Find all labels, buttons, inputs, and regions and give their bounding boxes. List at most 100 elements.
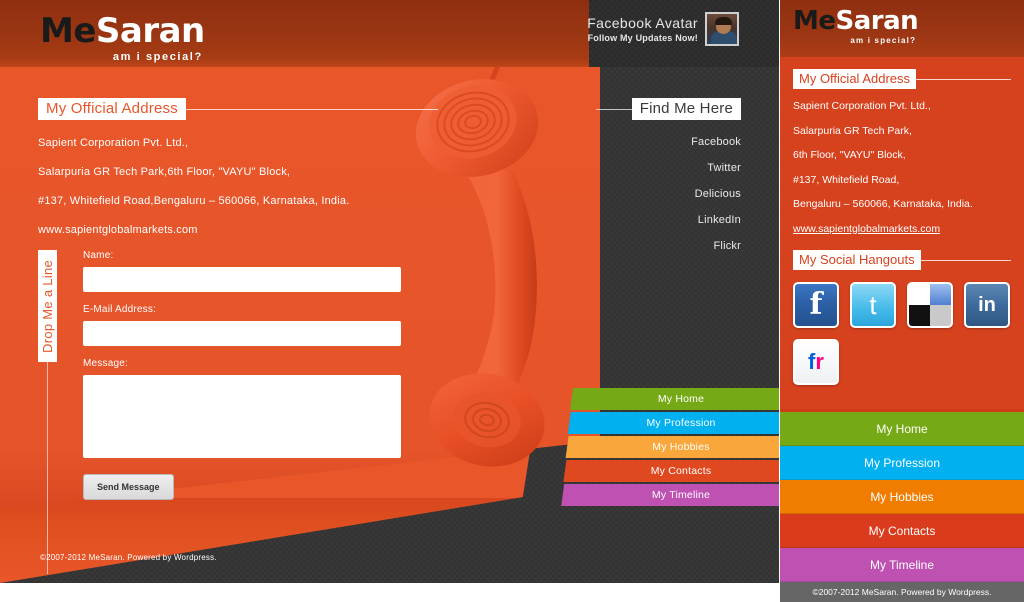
mobile-address-lines: Sapient Corporation Pvt. Ltd., Salarpuri…: [793, 101, 1011, 234]
mobile-address-line: Salarpuria GR Tech Park,: [793, 124, 912, 137]
find-link-twitter[interactable]: Twitter: [596, 162, 741, 174]
find-me-here-heading-label: Find Me Here: [631, 98, 741, 120]
mobile-address-website[interactable]: www.sapientglobalmarkets.com: [793, 223, 940, 235]
footer-copyright: ©2007-2012 MeSaran. Powered by Wordpress…: [40, 553, 217, 562]
official-address-heading: My Official Address: [38, 98, 438, 120]
mobile-social-heading-label: My Social Hangouts: [793, 250, 921, 270]
social-icons-row: f t in fr: [793, 282, 1011, 385]
mobile-site-logo[interactable]: MeSaran am i special?: [793, 6, 919, 45]
linkedin-icon[interactable]: in: [964, 282, 1010, 328]
find-link-delicious[interactable]: Delicious: [596, 188, 741, 200]
email-label: E-Mail Address:: [83, 304, 157, 315]
drop-me-a-line-tab: Drop Me a Line: [38, 250, 57, 362]
facebook-icon[interactable]: f: [793, 282, 839, 328]
mobile-navigation: My Home My Profession My Hobbies My Cont…: [780, 412, 1024, 582]
mobile-logo-wordmark: MeSaran: [793, 6, 919, 36]
flickr-icon[interactable]: fr: [793, 339, 839, 385]
delicious-quadrant-top-left: [909, 284, 930, 305]
mobile-nav-item-my-contacts[interactable]: My Contacts: [780, 514, 1024, 548]
find-me-here-list: Facebook Twitter Delicious LinkedIn Flic…: [596, 136, 741, 252]
drop-me-a-line-tab-column: Drop Me a Line: [38, 250, 57, 574]
mobile-logo-saran: Saran: [835, 6, 919, 36]
facebook-avatar-subtitle: Follow My Updates Now!: [587, 33, 698, 43]
find-link-flickr[interactable]: Flickr: [596, 240, 741, 252]
nav-item-my-contacts[interactable]: My Contacts: [563, 460, 779, 482]
send-message-button[interactable]: Send Message: [83, 474, 174, 500]
nav-item-my-profession[interactable]: My Profession: [567, 412, 779, 434]
address-line: Salarpuria GR Tech Park,6th Floor, "VAYU…: [38, 166, 291, 178]
mobile-address-line: Sapient Corporation Pvt. Ltd.,: [793, 100, 931, 112]
mobile-footer-copyright: ©2007-2012 MeSaran. Powered by Wordpress…: [780, 582, 1024, 602]
nav-item-my-home[interactable]: My Home: [570, 388, 779, 410]
mobile-official-address-heading: My Official Address: [793, 69, 1011, 89]
nav-item-angled-edge: [561, 484, 585, 506]
mobile-nav-item-label: My Profession: [863, 455, 941, 470]
official-address-heading-label: My Official Address: [38, 98, 186, 120]
desktop-layout: MeSaran am i special? Facebook Avatar Fo…: [0, 0, 779, 583]
address-line: Sapient Corporation Pvt. Ltd.,: [38, 137, 189, 149]
nav-item-label: My Home: [657, 393, 705, 405]
logo-tagline: am i special?: [112, 51, 203, 63]
mobile-nav-item-my-timeline[interactable]: My Timeline: [780, 548, 1024, 582]
site-logo[interactable]: MeSaran am i special?: [40, 14, 205, 63]
mobile-social-heading: My Social Hangouts: [793, 250, 1011, 270]
name-label: Name:: [83, 250, 114, 261]
mobile-nav-item-my-profession[interactable]: My Profession: [780, 446, 1024, 480]
delicious-icon[interactable]: [907, 282, 953, 328]
nav-item-my-timeline[interactable]: My Timeline: [561, 484, 779, 506]
mobile-address-line: 6th Floor, "VAYU" Block,: [793, 149, 906, 161]
logo-saran: Saran: [95, 11, 205, 51]
heading-rule: [916, 78, 1011, 80]
mobile-nav-item-label: My Contacts: [868, 523, 936, 538]
flickr-glyph-r: r: [815, 349, 824, 374]
mobile-header: MeSaran am i special?: [780, 0, 1024, 57]
official-address-lines: Sapient Corporation Pvt. Ltd., Salarpuri…: [38, 138, 438, 236]
heading-rule: [596, 108, 632, 110]
nav-item-label: My Timeline: [651, 489, 711, 501]
name-input[interactable]: [83, 267, 401, 292]
email-input[interactable]: [83, 321, 401, 346]
find-link-linkedin[interactable]: LinkedIn: [596, 214, 741, 226]
find-link-facebook[interactable]: Facebook: [596, 136, 741, 148]
site-header: MeSaran am i special? Facebook Avatar Fo…: [0, 0, 779, 67]
message-textarea[interactable]: [83, 375, 401, 458]
nav-item-my-hobbies[interactable]: My Hobbies: [565, 436, 779, 458]
delicious-quadrant-bottom-left: [909, 305, 930, 326]
mobile-nav-item-label: My Timeline: [869, 557, 934, 572]
logo-me: Me: [40, 11, 96, 51]
heading-rule: [185, 108, 438, 110]
flickr-glyph: fr: [795, 341, 837, 383]
message-label: Message:: [83, 358, 128, 369]
facebook-avatar-title: Facebook Avatar: [587, 15, 698, 31]
nav-item-label: My Hobbies: [652, 441, 710, 453]
facebook-avatar-block[interactable]: Facebook Avatar Follow My Updates Now!: [587, 12, 739, 46]
mobile-nav-item-label: My Hobbies: [870, 489, 934, 504]
mobile-layout: MeSaran am i special? My Official Addres…: [780, 0, 1024, 602]
heading-rule: [920, 259, 1011, 261]
mobile-official-address-heading-label: My Official Address: [793, 69, 917, 89]
contact-form: Drop Me a Line Name: E-Mail Address: Mes…: [38, 250, 401, 574]
facebook-avatar-texts: Facebook Avatar Follow My Updates Now!: [587, 15, 698, 43]
twitter-icon[interactable]: t: [850, 282, 896, 328]
main-navigation: My Home My Profession My Hobbies My Cont…: [561, 388, 779, 508]
contact-form-fields: Name: E-Mail Address: Message: Send Mess…: [83, 250, 401, 500]
find-me-here-section: Find Me Here Facebook Twitter Delicious …: [596, 98, 741, 266]
official-address-section: My Official Address Sapient Corporation …: [38, 98, 438, 254]
address-line: #137, Whitefield Road,Bengaluru – 560066…: [38, 195, 350, 207]
find-me-here-heading: Find Me Here: [596, 98, 741, 120]
facebook-glyph: f: [809, 286, 823, 322]
delicious-quadrant-bottom-right: [930, 305, 951, 326]
address-website[interactable]: www.sapientglobalmarkets.com: [38, 225, 438, 236]
delicious-quadrant-top-right: [930, 284, 951, 305]
page-root: MeSaran am i special? Facebook Avatar Fo…: [0, 0, 1024, 602]
flickr-glyph-f: f: [808, 349, 816, 374]
mobile-logo-tagline: am i special?: [850, 36, 917, 45]
linkedin-glyph: in: [978, 293, 996, 316]
mobile-address-line: Bengaluru – 560066, Karnataka, India.: [793, 198, 973, 210]
avatar[interactable]: [705, 12, 739, 46]
mobile-address-line: #137, Whitefield Road,: [793, 173, 900, 186]
mobile-nav-item-my-hobbies[interactable]: My Hobbies: [780, 480, 1024, 514]
mobile-body: My Official Address Sapient Corporation …: [780, 57, 1024, 385]
twitter-glyph: t: [869, 289, 877, 320]
mobile-nav-item-my-home[interactable]: My Home: [780, 412, 1024, 446]
